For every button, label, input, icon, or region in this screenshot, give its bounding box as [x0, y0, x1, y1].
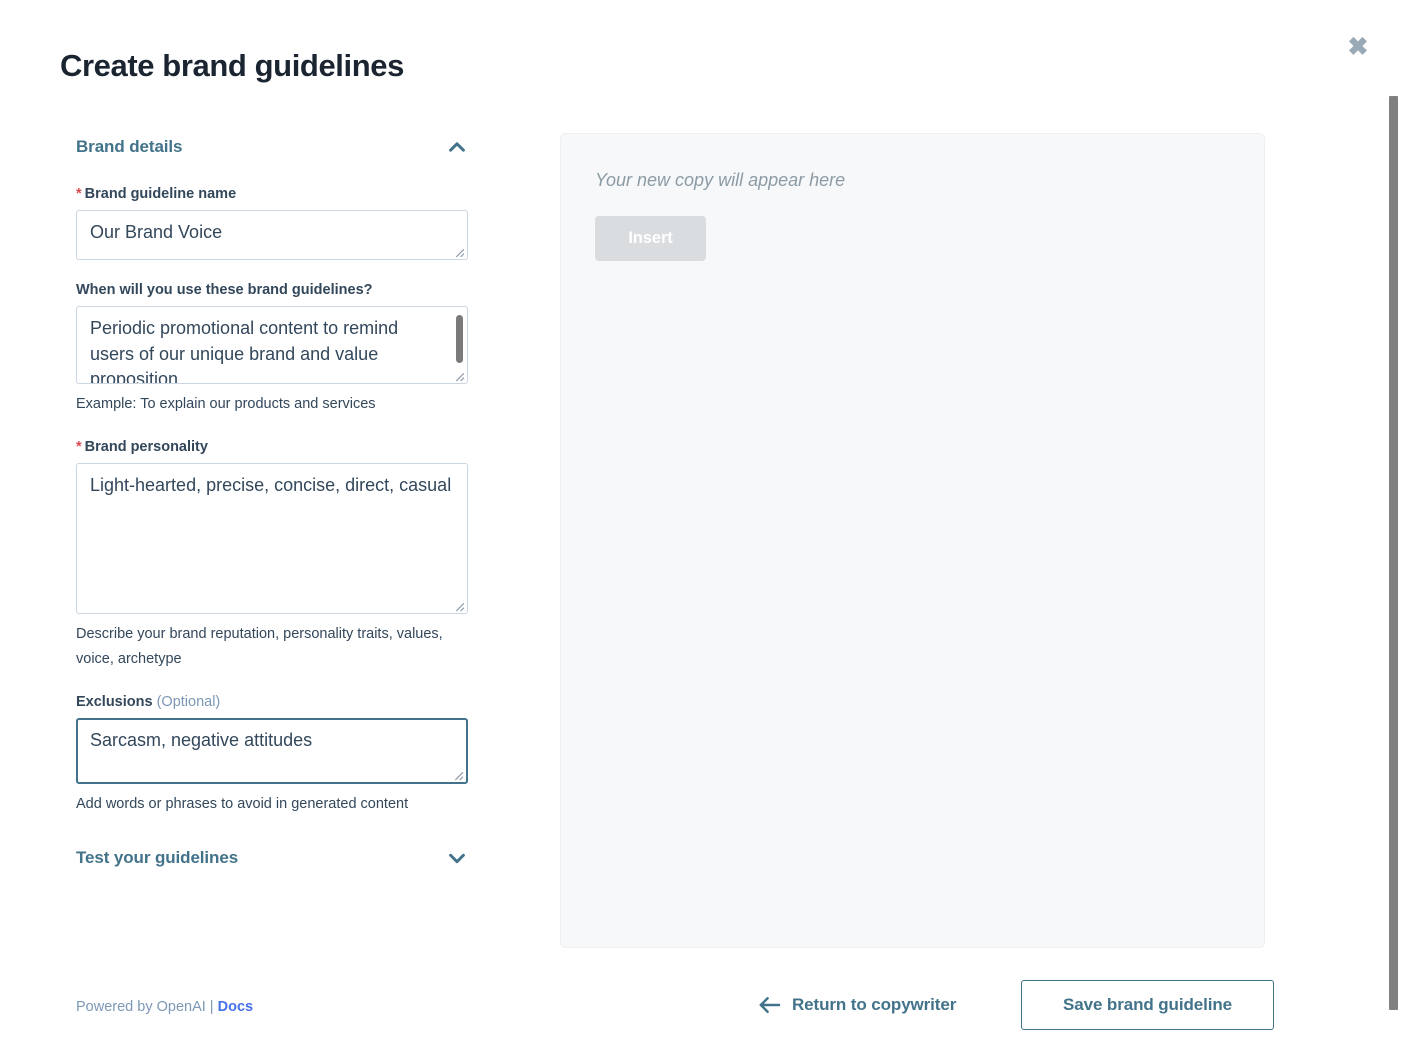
return-to-copywriter-link[interactable]: Return to copywriter — [758, 990, 956, 1020]
page-title: Create brand guidelines — [60, 48, 404, 83]
brand-details-form: Brand details * Brand guideline name Our … — [76, 130, 468, 875]
return-to-copywriter-label: Return to copywriter — [792, 995, 957, 1014]
arrow-left-icon — [758, 996, 781, 1014]
close-icon[interactable]: ✖ — [1344, 33, 1372, 61]
brand-personality-textarea[interactable]: Light-hearted, precise, concise, direct,… — [76, 463, 468, 614]
chevron-down-icon[interactable] — [446, 847, 468, 869]
label-usage-context: When will you use these brand guidelines… — [76, 282, 373, 298]
accordion-header-test-guidelines[interactable]: Test your guidelines — [76, 841, 468, 875]
resize-handle-icon[interactable] — [452, 599, 465, 612]
field-exclusions: Exclusions (Optional) Sarcasm, negative … — [76, 693, 468, 817]
resize-handle-icon[interactable] — [452, 369, 465, 382]
help-brand-personality: Describe your brand reputation, personal… — [76, 626, 443, 667]
label-exclusions: Exclusions (Optional) — [76, 694, 221, 710]
exclusions-textarea[interactable]: Sarcasm, negative attitudes — [76, 718, 468, 784]
optional-tag: (Optional) — [156, 694, 221, 710]
chevron-up-icon[interactable] — [446, 136, 468, 158]
usage-context-textarea[interactable]: Periodic promotional content to remind u… — [76, 306, 468, 384]
field-brand-personality: * Brand personality Light-hearted, precis… — [76, 438, 468, 672]
field-brand-guideline-name: * Brand guideline name Our Brand Voice — [76, 185, 468, 260]
field-usage-context: When will you use these brand guidelines… — [76, 281, 468, 417]
required-asterisk: * — [76, 186, 82, 202]
help-exclusions: Add words or phrases to avoid in generat… — [76, 796, 409, 812]
help-usage-context: Example: To explain our products and ser… — [76, 396, 376, 412]
required-asterisk: * — [76, 439, 82, 455]
insert-button[interactable]: Insert — [595, 216, 706, 261]
save-brand-guideline-button[interactable]: Save brand guideline — [1021, 980, 1274, 1030]
label-brand-guideline-name: * Brand guideline name — [76, 186, 237, 202]
brand-guideline-name-input[interactable]: Our Brand Voice — [76, 210, 468, 260]
page-scrollbar[interactable] — [1385, 0, 1403, 1064]
create-brand-guidelines-modal: Create brand guidelines ✖ Brand details … — [0, 0, 1403, 1064]
accordion-title-test-guidelines: Test your guidelines — [76, 848, 239, 867]
powered-by-label: Powered by OpenAI | — [76, 999, 214, 1015]
powered-by-footer: Powered by OpenAI | Docs — [76, 997, 253, 1017]
docs-link[interactable]: Docs — [218, 999, 253, 1015]
label-brand-personality: * Brand personality — [76, 439, 208, 455]
accordion-header-brand-details[interactable]: Brand details — [76, 130, 468, 164]
resize-handle-icon[interactable] — [451, 768, 464, 781]
textarea-scrollbar-thumb[interactable] — [456, 315, 463, 363]
copy-preview-panel: Your new copy will appear here Insert — [560, 133, 1265, 948]
preview-placeholder-text: Your new copy will appear here — [595, 170, 846, 190]
accordion-title-brand-details: Brand details — [76, 137, 183, 156]
resize-handle-icon[interactable] — [452, 245, 465, 258]
page-scrollbar-thumb[interactable] — [1389, 96, 1398, 1010]
